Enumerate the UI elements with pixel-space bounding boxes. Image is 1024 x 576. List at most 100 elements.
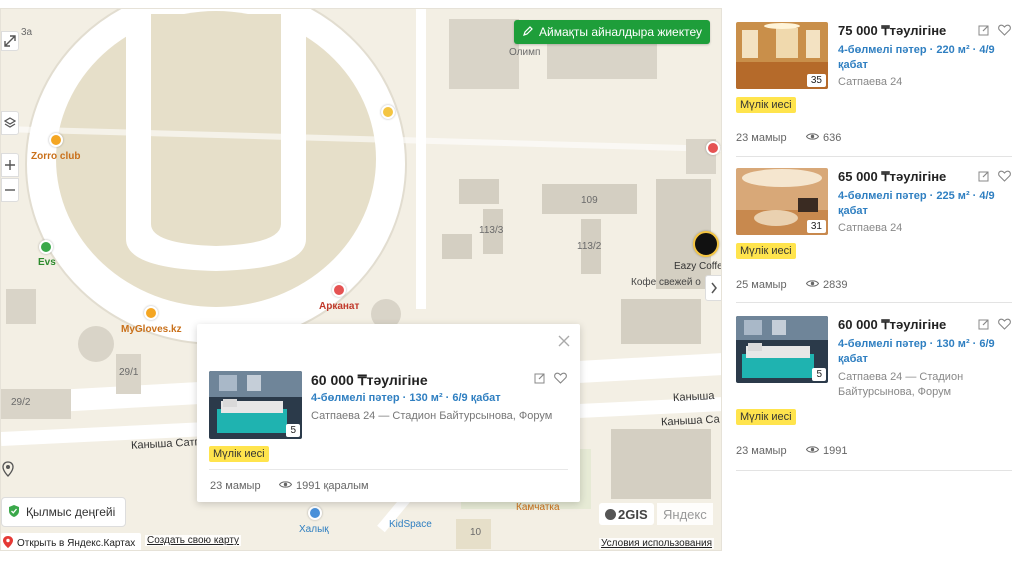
map-label: 29/1 [119,367,139,378]
divider [736,470,1012,471]
edit-note-icon[interactable] [978,317,990,335]
listing-address: Сатпаева 24 — Стадион Байтурсынова, Фору… [311,410,553,422]
minus-icon[interactable] [1,178,19,202]
map-label: 109 [581,195,598,206]
map-label: Кофе свежей о [631,277,701,288]
listing-details[interactable]: 4-бөлмелі пәтер · 225 м² · 4/9 қабат [838,189,1008,219]
eye-icon [805,279,820,291]
eye-icon [805,445,820,457]
listing-views: 1991 қаралым [278,480,369,492]
cafe-marker-icon[interactable] [693,231,719,257]
map-label: 113/3 [479,225,504,236]
listing-price[interactable]: 60 000 ₸тәулігіне [311,372,428,389]
street-label: Каныша [672,389,715,405]
eye-icon [278,480,293,492]
plus-icon[interactable] [1,153,19,177]
owner-badge: Мүлік иесі [209,446,269,462]
photo-count: 5 [812,368,826,381]
map-view[interactable]: 3а Олимп Zorro club Evs MyGloves.kz Арка… [0,8,722,551]
listing-item[interactable]: 35 75 000 ₸тәулігіне 4-бөлмелі пәтер · 2… [736,22,1012,152]
layers-icon[interactable] [1,111,19,135]
expand-icon[interactable] [1,31,19,51]
listing-photo[interactable]: 5 [209,371,302,439]
poi-label: Eazy Coffe [674,261,722,272]
open-in-yandex-link[interactable]: Открыть в Яндекс.Картах [1,533,142,551]
charging-marker-icon[interactable] [39,240,53,254]
poi-label: Халық [299,524,329,535]
map-label: 3а [21,27,33,38]
listings-panel[interactable]: 35 75 000 ₸тәулігіне 4-бөлмелі пәтер · 2… [724,8,1024,551]
logo-yandex: Яндекс [657,503,713,525]
poi-label: MyGloves.kz [121,324,182,335]
draw-area-button[interactable]: Аймақты айналдыра жиектеу [514,20,711,44]
edit-note-icon[interactable] [978,169,990,187]
heart-icon[interactable] [554,371,567,389]
listing-date: 23 мамыр [736,445,787,457]
poi-marker-icon[interactable] [706,141,720,155]
listing-item[interactable]: 31 65 000 ₸тәулігіне 4-бөлмелі пәтер · 2… [736,168,1012,298]
logo-2gis-text: 2GIS [618,506,648,522]
shield-icon [8,504,20,521]
listing-address: Сатпаева 24 [838,76,903,88]
listing-item[interactable]: 5 60 000 ₸тәулігіне 4-бөлмелі пәтер · 13… [736,316,1012,466]
poi-label: Камчатка [516,502,560,513]
listing-views: 2839 [805,279,848,291]
heart-icon[interactable] [998,23,1011,41]
listing-photo[interactable]: 35 [736,22,828,89]
views-count: 2839 [823,279,848,291]
listing-price[interactable]: 60 000 ₸тәулігіне [838,317,946,333]
poi-marker-icon[interactable] [332,283,346,297]
poi-marker-icon[interactable] [381,105,395,119]
poi-label: KidSpace [389,519,432,530]
app-root: 3а Олимп Zorro club Evs MyGloves.kz Арка… [0,0,1024,576]
listing-popup[interactable]: 5 60 000 ₸тәулігіне 4-бөлмелі пәтер · 13… [197,324,580,502]
bank-marker-icon[interactable] [308,506,322,520]
eye-icon [805,132,820,144]
chevron-right-icon[interactable] [705,275,721,301]
close-icon[interactable] [558,331,570,352]
2gis-mark-icon [605,508,616,520]
heart-icon[interactable] [998,317,1011,335]
poi-label: Арканат [319,301,360,312]
listing-price[interactable]: 75 000 ₸тәулігіне [838,23,946,39]
poi-label: Evs [38,257,56,268]
listing-details[interactable]: 4-бөлмелі пәтер · 220 м² · 4/9 қабат [838,43,1008,73]
listing-views: 636 [805,132,842,144]
divider [736,156,1012,157]
photo-count: 35 [806,74,826,87]
views-count: 1991 қаралым [296,480,369,492]
draw-area-label: Аймақты айналдыра жиектеу [539,25,703,39]
listing-date: 23 мамыр [210,480,261,492]
heart-icon[interactable] [998,169,1011,187]
listing-address: Сатпаева 24 [838,222,903,234]
logo-2gis: 2GIS [599,503,654,525]
views-count: 636 [823,132,842,144]
listing-date: 25 мамыр [736,279,787,291]
listing-views: 1991 [805,445,847,457]
owner-badge: Мүлік иесі [736,97,796,113]
listing-photo[interactable]: 31 [736,168,828,235]
create-map-link[interactable]: Создать свою карту [145,535,242,546]
divider [736,302,1012,303]
yandex-pin-icon [3,535,13,551]
listing-details[interactable]: 4-бөлмелі пәтер · 130 м² · 6/9 қабат [838,337,1008,367]
photo-count: 31 [806,220,826,233]
crime-level-button[interactable]: Қылмыс деңгейі [1,497,127,527]
poi-label: Zorro club [31,151,81,162]
listing-photo[interactable]: 5 [736,316,828,383]
terms-link[interactable]: Условия использования [599,538,714,549]
listing-address: Сатпаева 24 — Стадион Байтурсынова, Фору… [838,371,964,398]
map-label: 113/2 [577,241,602,252]
poi-marker-icon[interactable] [49,133,63,147]
map-label: Олимп [509,47,541,58]
logo-yandex-text: Яндекс [663,506,707,522]
location-icon[interactable] [1,459,15,479]
edit-note-icon[interactable] [534,371,546,389]
poi-marker-icon[interactable] [144,306,158,320]
edit-note-icon[interactable] [978,23,990,41]
crime-level-label: Қылмыс деңгейі [26,505,116,519]
open-in-yandex-label: Открыть в Яндекс.Картах [17,537,136,549]
owner-badge: Мүлік иесі [736,409,796,425]
listing-details[interactable]: 4-бөлмелі пәтер · 130 м² · 6/9 қабат [311,392,501,404]
listing-price[interactable]: 65 000 ₸тәулігіне [838,169,946,185]
